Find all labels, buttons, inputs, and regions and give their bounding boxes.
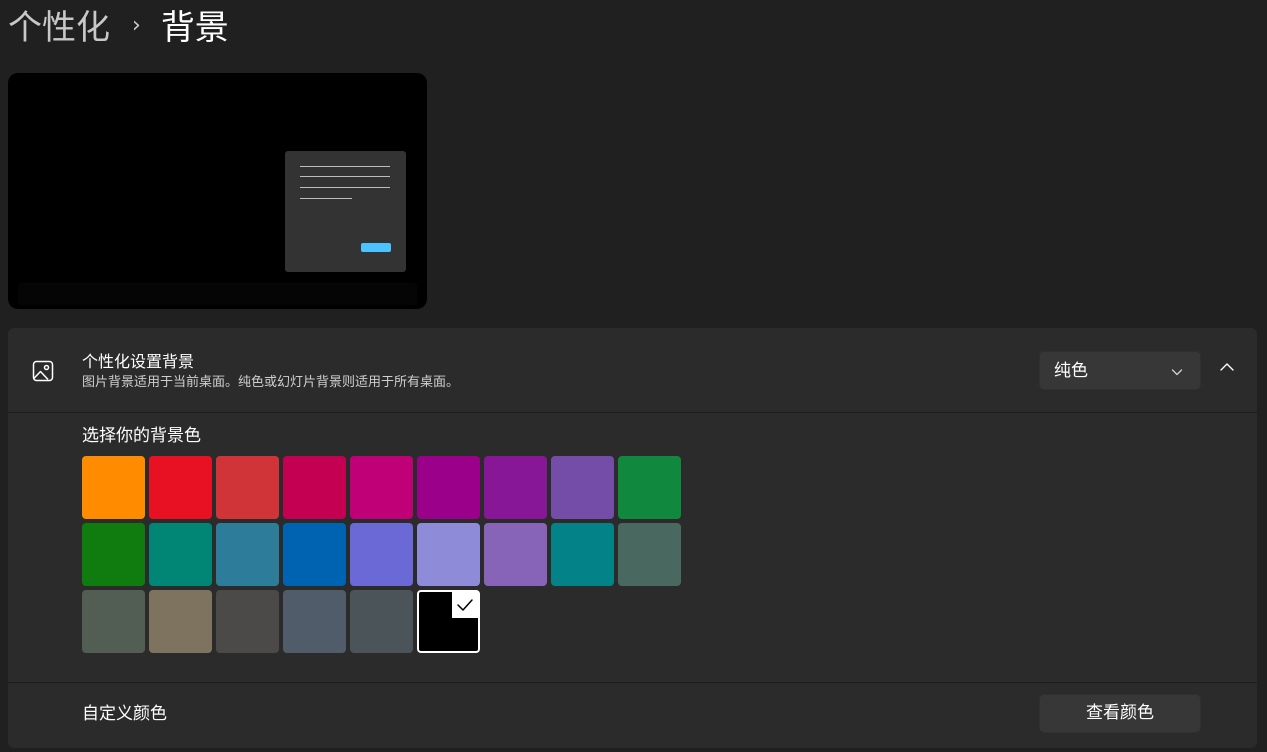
color-swatch[interactable]	[417, 523, 480, 586]
setting-description: 图片背景适用于当前桌面。纯色或幻灯片背景则适用于所有桌面。	[82, 375, 460, 390]
color-swatch[interactable]	[417, 456, 480, 519]
color-swatch[interactable]	[149, 590, 212, 653]
color-swatch[interactable]	[149, 523, 212, 586]
color-swatch[interactable]	[484, 456, 547, 519]
dropdown-selected-value: 纯色	[1054, 361, 1088, 381]
color-swatch[interactable]	[417, 590, 480, 653]
color-swatch[interactable]	[216, 590, 279, 653]
background-type-dropdown[interactable]: 纯色	[1039, 351, 1201, 390]
preview-button	[361, 243, 391, 252]
color-swatch[interactable]	[618, 456, 681, 519]
background-setting-header[interactable]: 个性化设置背景 图片背景适用于当前桌面。纯色或幻灯片背景则适用于所有桌面。 纯色	[8, 328, 1257, 413]
chevron-down-icon	[1170, 364, 1184, 378]
color-swatch[interactable]	[283, 523, 346, 586]
desktop-preview	[8, 73, 427, 309]
preview-text-line	[300, 198, 352, 199]
color-swatch[interactable]	[551, 523, 614, 586]
color-swatch[interactable]	[350, 523, 413, 586]
image-icon	[31, 359, 55, 383]
color-swatch[interactable]	[82, 590, 145, 653]
custom-color-label: 自定义颜色	[82, 704, 167, 724]
breadcrumb: 个性化 › 背景	[8, 4, 229, 52]
checkmark-icon	[452, 592, 478, 618]
preview-text-line	[300, 166, 390, 167]
background-color-section: 选择你的背景色	[8, 413, 1257, 683]
preview-text-line	[300, 187, 390, 188]
page-title: 背景	[160, 8, 229, 48]
background-settings-card: 个性化设置背景 图片背景适用于当前桌面。纯色或幻灯片背景则适用于所有桌面。 纯色	[8, 328, 1257, 748]
color-swatch[interactable]	[216, 523, 279, 586]
color-swatch[interactable]	[484, 523, 547, 586]
collapse-button[interactable]	[1214, 356, 1240, 382]
chevron-up-icon	[1218, 358, 1236, 380]
view-colors-button[interactable]: 查看颜色	[1039, 694, 1201, 733]
color-swatch[interactable]	[350, 456, 413, 519]
color-swatch[interactable]	[350, 590, 413, 653]
color-swatch[interactable]	[551, 456, 614, 519]
color-swatch[interactable]	[618, 523, 681, 586]
preview-window	[285, 151, 406, 272]
breadcrumb-separator: ›	[132, 13, 141, 38]
color-swatch[interactable]	[82, 523, 145, 586]
choose-color-label: 选择你的背景色	[82, 426, 201, 446]
color-swatch[interactable]	[283, 456, 346, 519]
settings-page: 个性化 › 背景 个性化设置背景 图片背景适用于当前桌面。纯色或幻灯片背景则适用…	[0, 0, 1267, 752]
color-swatch[interactable]	[82, 456, 145, 519]
color-swatch[interactable]	[216, 456, 279, 519]
color-swatch[interactable]	[149, 456, 212, 519]
breadcrumb-personalization[interactable]: 个性化	[8, 4, 110, 52]
preview-text-line	[300, 176, 390, 177]
custom-color-row: 自定义颜色 查看颜色	[8, 683, 1257, 748]
preview-taskbar	[18, 283, 417, 305]
setting-title: 个性化设置背景	[82, 352, 195, 371]
color-swatch[interactable]	[283, 590, 346, 653]
